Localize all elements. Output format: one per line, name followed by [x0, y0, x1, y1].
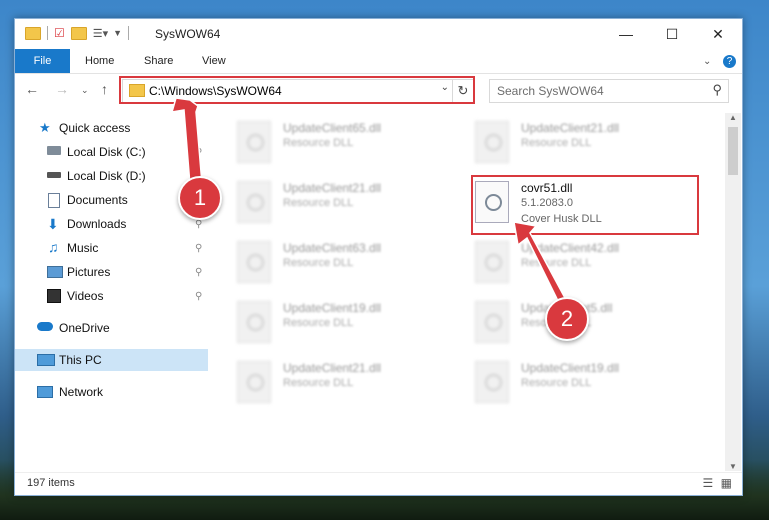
callout-badge-1: 1 [178, 176, 222, 220]
callout-badge-2: 2 [545, 297, 589, 341]
arrow-2 [513, 221, 566, 307]
annotation-arrows [170, 97, 566, 307]
arrow-1 [170, 97, 203, 186]
